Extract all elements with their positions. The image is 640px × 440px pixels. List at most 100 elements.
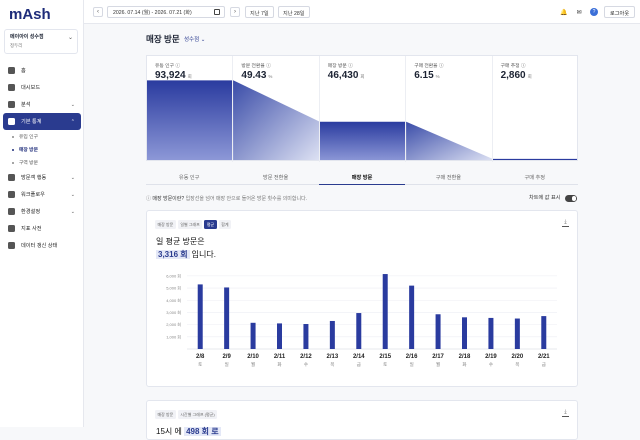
x-tick-label: 2/19: [485, 354, 497, 360]
info-label[interactable]: 매장 방문이란?: [152, 196, 184, 202]
sidebar-subitem-floating[interactable]: 유입 인구: [0, 130, 84, 143]
y-tick-label: 6,000 회: [166, 272, 181, 278]
bar-2/21[interactable]: [541, 316, 547, 349]
x-tick-label: 2/15: [379, 354, 391, 360]
logout-button[interactable]: 로그아웃: [604, 6, 636, 18]
dashboard-icon: [8, 84, 15, 91]
analysis-icon: [8, 101, 15, 108]
tab-3[interactable]: 구매 전환율: [405, 170, 491, 185]
prev-period-button[interactable]: ‹: [93, 7, 103, 17]
bar-2/18[interactable]: [462, 317, 467, 349]
x-weekday-label: 토: [383, 362, 387, 367]
bar-2/11[interactable]: [277, 323, 282, 349]
funnel-value-number: 93,924: [155, 70, 186, 81]
info-row: ⓘ 매장 방문이란? 입장선을 넘어 매장 안으로 들어온 방문 횟수를 의미합…: [146, 196, 308, 202]
funnel-stage-value: 49.43%: [241, 70, 272, 81]
funnel-value-number: 2,860: [500, 70, 526, 81]
bar-2/9[interactable]: [224, 287, 230, 349]
bullet-icon: [12, 135, 14, 138]
chip-store-visit[interactable]: 매장 방문: [155, 410, 176, 419]
funnel-stage-label: 구매 추정 ⓘ: [500, 64, 526, 69]
chart-filter-chips: 매장 방문 시간별 그래프 (평균): [155, 410, 218, 419]
preset-28days-button[interactable]: 지난 28일: [278, 6, 310, 18]
funnel-stage: 유동 인구 ⓘ 93,924 회: [147, 56, 234, 162]
top-bar: ‹ 2026. 07.14 (월) - 2026. 07.21 (화) › 지난…: [84, 0, 640, 24]
sidebar-item-analysis[interactable]: 분석 ⌄: [0, 96, 84, 113]
sidebar-item-label: 워크플로우: [21, 192, 45, 198]
x-weekday-label: 금: [542, 362, 546, 367]
bar-2/13[interactable]: [329, 320, 335, 349]
bar-2/20[interactable]: [514, 318, 520, 349]
funnel-value-unit: 회: [527, 74, 532, 79]
funnel-stage-value: 46,430 회: [328, 70, 365, 81]
bar-2/16[interactable]: [409, 285, 415, 349]
sidebar-item-workflow[interactable]: 워크플로우 ⌄: [0, 186, 84, 203]
preset-7days-button[interactable]: 지난 7일: [245, 6, 274, 18]
date-range-picker[interactable]: 2026. 07.14 (월) - 2026. 07.21 (화): [107, 6, 225, 18]
x-tick-label: 2/18: [459, 354, 471, 360]
bell-icon[interactable]: 🔔: [560, 8, 568, 16]
bullet-icon: [12, 161, 14, 164]
calendar-icon: [214, 9, 220, 15]
store-owner: 정두리: [10, 43, 23, 48]
chevron-down-icon: ⌄: [70, 101, 75, 108]
store-dropdown[interactable]: 성수점 ⌄: [184, 35, 205, 43]
stats-icon: [8, 118, 15, 125]
bar-2/14[interactable]: [356, 313, 362, 349]
tab-2[interactable]: 매장 방문: [318, 170, 406, 185]
bar-2/15[interactable]: [382, 274, 388, 349]
bar-2/12[interactable]: [303, 324, 309, 349]
x-weekday-label: 토: [198, 362, 202, 367]
sidebar-item-home[interactable]: 홈: [0, 62, 84, 79]
bar-2/8[interactable]: [197, 284, 203, 349]
tab-4[interactable]: 구매 추정: [492, 170, 578, 185]
sidebar-subitem-label: 매장 방문: [19, 148, 38, 153]
sidebar: mAsh 메이아이 성수점 정두리 ⌄ 홈 대시보드 분석 ⌄ 기본 통계 ⌃ 유입…: [0, 0, 84, 427]
y-tick-label: 5,000 회: [166, 285, 181, 291]
sidebar-item-dashboard[interactable]: 대시보드: [0, 79, 84, 96]
funnel-stage: 방문 전환율 ⓘ 49.43%: [233, 56, 320, 162]
funnel-value-number: 6.15: [414, 70, 434, 81]
chip-hourly-graph[interactable]: 시간별 그래프 (평균): [177, 410, 218, 419]
funnel-stage: 구매 추정 ⓘ 2,860 회: [493, 56, 579, 162]
bar-2/17[interactable]: [435, 314, 441, 349]
x-weekday-label: 수: [304, 362, 308, 368]
bar-2/19[interactable]: [488, 317, 494, 349]
store-name: 메이아이 성수점: [10, 34, 44, 40]
dictionary-icon: [8, 225, 15, 232]
x-tick-label: 2/10: [247, 354, 259, 360]
x-tick-label: 2/21: [538, 354, 550, 360]
sidebar-subitem-store-visit[interactable]: 매장 방문: [0, 143, 84, 156]
chart-value-toggle-label: 차트에 값 표시: [529, 195, 561, 201]
sidebar-subitem-zone-visit[interactable]: 구역 방문: [0, 156, 84, 169]
x-weekday-label: 월: [436, 361, 440, 368]
funnel-value-unit: %: [435, 74, 440, 79]
metric-tabs: 유동 인구 방문 전환율 매장 방문 구매 전환율 구매 추정: [146, 170, 578, 185]
sidebar-item-basic-stats[interactable]: 기본 통계 ⌃: [3, 113, 81, 130]
funnel-value-unit: 회: [187, 74, 192, 79]
x-weekday-label: 화: [462, 362, 466, 368]
store-selector[interactable]: 메이아이 성수점 정두리 ⌄: [4, 29, 78, 54]
download-icon[interactable]: ⤓: [562, 410, 569, 417]
help-icon[interactable]: ?: [590, 8, 598, 16]
funnel-value-unit: 회: [360, 74, 365, 79]
tab-1[interactable]: 방문 전환율: [232, 170, 318, 185]
message-icon[interactable]: ✉: [575, 8, 583, 16]
next-period-button[interactable]: ›: [230, 7, 240, 17]
bar-2/10[interactable]: [250, 322, 256, 349]
logo[interactable]: mAsh: [9, 6, 51, 23]
chevron-down-icon: ⌄: [70, 174, 75, 181]
chart-value-toggle[interactable]: [565, 195, 577, 202]
sidebar-item-refresh-status[interactable]: 데이터 갱신 상태: [0, 237, 84, 254]
x-tick-label: 2/14: [353, 354, 365, 360]
funnel-panel: 유동 인구 ⓘ 93,924 회 방문 전환율 ⓘ 49.43% 매장 방문 ⓘ 46,43…: [146, 55, 579, 162]
x-tick-label: 2/20: [512, 354, 524, 360]
sidebar-item-dictionary[interactable]: 지표 사전: [0, 220, 84, 237]
funnel-stage-value: 6.15%: [414, 70, 439, 81]
x-weekday-label: 목: [330, 362, 334, 368]
sidebar-item-behavior[interactable]: 방문객 행동 ⌄: [0, 169, 84, 186]
y-tick-label: 4,000 회: [166, 297, 181, 303]
tab-0[interactable]: 유동 인구: [146, 170, 232, 185]
sidebar-item-label: 분석: [21, 102, 31, 108]
sidebar-item-settings[interactable]: 환경설정 ⌄: [0, 203, 84, 220]
